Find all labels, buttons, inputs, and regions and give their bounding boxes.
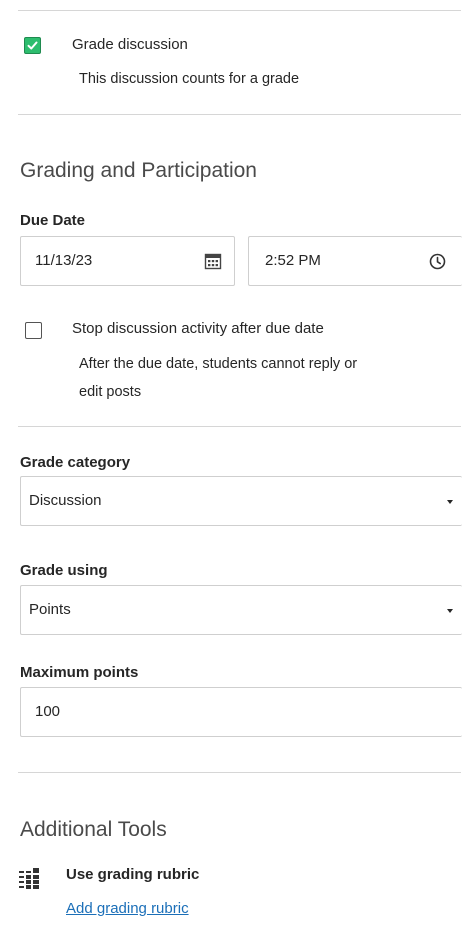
divider-points — [18, 772, 461, 773]
divider-top — [18, 10, 461, 11]
maximum-points-input[interactable]: 100 — [20, 687, 462, 737]
divider-stop — [18, 426, 461, 427]
grade-using-select[interactable]: Points — [20, 585, 462, 635]
dropdown-caret-icon — [447, 609, 453, 613]
stop-activity-checkbox[interactable] — [25, 322, 42, 339]
grade-category-label: Grade category — [20, 454, 131, 471]
due-time-input[interactable]: 2:52 PM — [248, 236, 462, 286]
dropdown-caret-icon — [447, 500, 453, 504]
calendar-icon[interactable] — [204, 252, 222, 270]
divider-grade — [18, 114, 461, 115]
stop-activity-description-line1: After the due date, students cannot repl… — [79, 356, 358, 372]
grade-category-select[interactable]: Discussion — [20, 476, 462, 526]
grade-discussion-label: Grade discussion — [72, 36, 188, 53]
rubric-label: Use grading rubric — [66, 866, 200, 883]
grade-discussion-description: This discussion counts for a grade — [79, 71, 300, 87]
section-title-grading: Grading and Participation — [20, 159, 257, 182]
stop-activity-label: Stop discussion activity after due date — [72, 320, 324, 337]
grade-discussion-checkbox[interactable] — [24, 37, 41, 54]
add-grading-rubric-link[interactable]: Add grading rubric — [66, 900, 189, 917]
check-icon — [27, 41, 38, 50]
due-date-input[interactable]: 11/13/23 — [20, 236, 235, 286]
due-date-label: Due Date — [20, 212, 86, 229]
grade-using-label: Grade using — [20, 562, 108, 579]
clock-icon[interactable] — [429, 253, 446, 270]
grade-category-value: Discussion — [29, 492, 102, 509]
maximum-points-label: Maximum points — [20, 664, 139, 681]
due-time-value: 2:52 PM — [265, 252, 321, 269]
grade-using-value: Points — [29, 601, 71, 618]
stop-activity-description-line2: edit posts — [79, 384, 142, 400]
rubric-grid-icon — [19, 868, 39, 889]
maximum-points-value: 100 — [35, 703, 61, 720]
due-date-value: 11/13/23 — [35, 252, 93, 269]
section-title-additional-tools: Additional Tools — [20, 818, 167, 841]
